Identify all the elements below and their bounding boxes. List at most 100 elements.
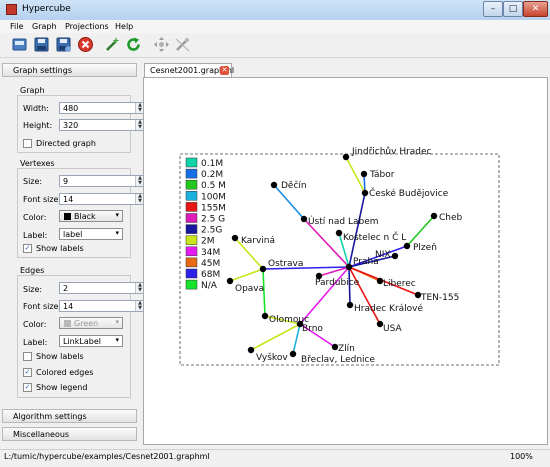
vertex-label-label: Label:	[23, 231, 48, 240]
legend-label: 34M	[201, 248, 220, 258]
algorithm-settings-header[interactable]: Algorithm settings	[2, 409, 137, 423]
edge-size-spinbox[interactable]: 2 ▲ ▼	[59, 282, 145, 294]
close-file-icon[interactable]	[77, 36, 94, 53]
edge-label-combo[interactable]: LinkLabel ▾	[59, 335, 123, 347]
legend-label: 0.5 M	[201, 181, 226, 191]
edge-brno-breclav	[292, 323, 301, 355]
vertexes-group-title: Vertexes	[20, 159, 55, 168]
vertex-label-opava: Opava	[235, 284, 264, 294]
status-file-path: L:/tumic/hypercube/examples/Cesnet2001.g…	[4, 452, 210, 461]
vertex-color-combo[interactable]: Black ▾	[59, 210, 123, 222]
reload-icon[interactable]	[125, 36, 142, 53]
vertex-label-kostelec: Kostelec n Č L	[343, 231, 406, 243]
height-spinbox[interactable]: 320 ▲ ▼	[59, 119, 145, 131]
show-legend-checkbox[interactable]: ✓	[23, 383, 32, 392]
vertex-plzen[interactable]	[403, 242, 411, 250]
legend-swatch	[185, 179, 198, 190]
vertex-label-decin: Děčín	[281, 180, 307, 191]
maximize-button[interactable]: □	[503, 1, 523, 17]
vertex-jindrichuv[interactable]	[342, 153, 350, 161]
vertex-kostelec[interactable]	[335, 229, 343, 237]
green-swatch-disabled-icon	[64, 320, 71, 327]
edge-size-label: Size:	[23, 285, 43, 294]
vertex-decin[interactable]	[270, 181, 278, 189]
new-icon[interactable]	[11, 36, 28, 53]
status-zoom: 100%	[510, 452, 533, 461]
vertex-budejovice[interactable]	[361, 189, 369, 197]
vertex-hradec[interactable]	[346, 301, 354, 309]
edge-label-value: LinkLabel	[63, 337, 101, 346]
edge-color-value: Green	[74, 319, 99, 328]
width-spinbox[interactable]: 480 ▲ ▼	[59, 102, 145, 114]
legend-swatch	[185, 224, 198, 234]
legend-label: 45M	[201, 259, 220, 269]
legend-swatch	[185, 279, 198, 290]
vertex-tabor[interactable]	[360, 170, 368, 178]
vertex-karvina[interactable]	[231, 234, 239, 242]
vertex-olomouc[interactable]	[261, 312, 269, 320]
save-icon[interactable]	[33, 36, 50, 53]
edge-opava-ostrava	[229, 268, 264, 282]
edge-brno-vyskov	[250, 323, 301, 351]
miscellaneous-label: Miscellaneous	[13, 430, 70, 439]
colored-edges-checkbox[interactable]: ✓	[23, 368, 32, 377]
vertex-cheb[interactable]	[430, 212, 438, 220]
vertex-label-hradec: Hradec Králové	[354, 303, 423, 314]
vertex-usti[interactable]	[300, 215, 308, 223]
miscellaneous-header[interactable]: Miscellaneous	[2, 427, 137, 441]
legend-swatch	[185, 168, 198, 179]
close-window-button[interactable]: ✕	[523, 1, 548, 17]
vertex-label-jindrichuv: Jindřichův Hradec	[351, 146, 432, 157]
vertex-vyskov[interactable]	[247, 346, 255, 354]
tab-close-icon[interactable]: ✕	[220, 66, 229, 75]
legend-label: 0.2M	[201, 170, 223, 180]
edge-color-label: Color:	[23, 320, 47, 329]
vertex-praha[interactable]	[345, 263, 353, 271]
menu-graph[interactable]: Graph	[32, 22, 57, 31]
vertex-label-usa: USA	[383, 324, 402, 334]
vertex-show-labels-label: Show labels	[36, 244, 84, 253]
vertex-label-zlin: Zlín	[338, 344, 355, 354]
edge-show-labels-checkbox[interactable]	[23, 352, 32, 361]
vertex-font-label: Font size:	[23, 195, 62, 204]
menu-projections[interactable]: Projections	[65, 22, 109, 31]
vertex-size-value: 9	[63, 177, 69, 186]
vertex-font-spinbox[interactable]: 14 ▲ ▼	[59, 193, 145, 205]
minimize-button[interactable]: –	[483, 1, 503, 17]
hypercube-app-icon	[6, 4, 17, 15]
vertex-show-labels-checkbox[interactable]: ✓	[23, 244, 32, 253]
edge-font-spinbox[interactable]: 14 ▲ ▼	[59, 300, 145, 312]
vertex-breclav[interactable]	[289, 350, 297, 358]
menu-file[interactable]: File	[10, 22, 23, 31]
show-legend-label: Show legend	[36, 383, 88, 392]
directed-graph-label: Directed graph	[36, 139, 96, 148]
edge-show-labels-label: Show labels	[36, 352, 84, 361]
move-icon[interactable]	[153, 36, 170, 53]
vertex-label-ten155: TEN-155	[420, 293, 459, 303]
black-swatch-icon	[64, 213, 71, 220]
edge-color-combo[interactable]: Green ▾	[59, 317, 123, 329]
vertex-label-vyskov: Vyškov	[256, 352, 288, 363]
vertex-ostrava[interactable]	[259, 265, 267, 273]
edit-disabled-icon[interactable]	[174, 36, 191, 53]
legend-label: 2.5 G	[201, 215, 225, 225]
vertex-label-praha: Praha	[353, 257, 379, 267]
chevron-down-icon: ▾	[115, 211, 119, 219]
graph-canvas[interactable]: 0.1M 0.2M 0.5 M 100M 155M 2.5 G 2.5G 2M 34M 45M 68…	[143, 77, 548, 445]
legend-label: 68M	[201, 270, 220, 280]
vertex-nix[interactable]	[391, 252, 399, 260]
graph-settings-header[interactable]: Graph settings	[2, 63, 137, 77]
menu-help[interactable]: Help	[115, 22, 133, 31]
graph-view: 0.1M0.2M0.5 M100M155M 2.5 G2.5G2M34M45M68…	[179, 146, 500, 366]
legend-swatch	[185, 246, 198, 257]
magic-wand-icon[interactable]	[104, 36, 121, 53]
legend-label: 2M	[201, 237, 215, 247]
vertex-font-value: 14	[63, 195, 74, 204]
vertex-size-spinbox[interactable]: 9 ▲ ▼	[59, 175, 145, 187]
vertex-opava[interactable]	[226, 277, 234, 285]
vertex-label-ostrava: Ostrava	[268, 259, 303, 269]
directed-graph-checkbox[interactable]	[23, 139, 32, 148]
vertex-label-combo[interactable]: label ▾	[59, 228, 123, 240]
save-as-icon[interactable]	[55, 36, 72, 53]
height-value: 320	[63, 121, 79, 130]
